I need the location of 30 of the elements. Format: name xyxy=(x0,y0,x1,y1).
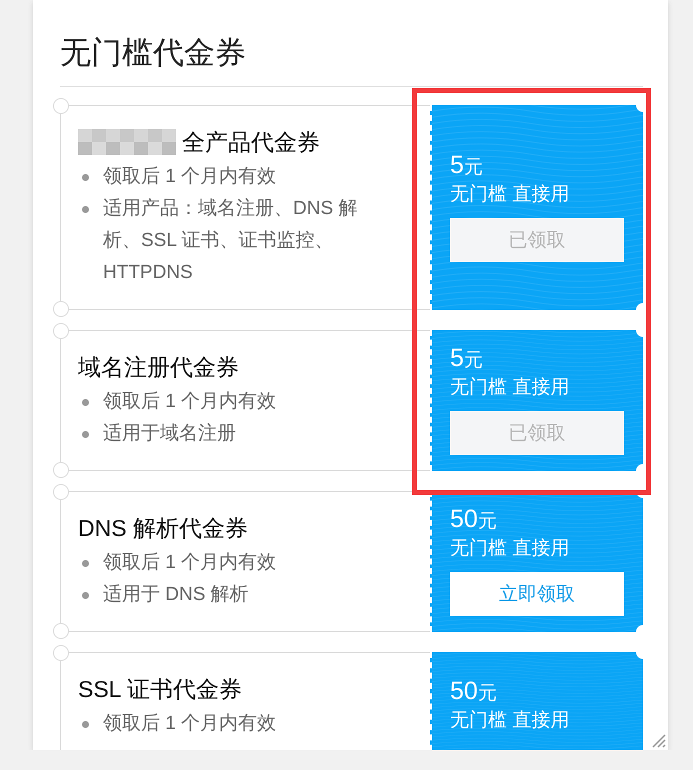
bullet-icon xyxy=(82,174,89,181)
bullet-icon xyxy=(82,592,89,599)
coupon-name: 全产品代金券 xyxy=(182,128,320,157)
bullet-icon xyxy=(82,721,89,728)
page-title: 无门槛代金券 xyxy=(60,0,643,87)
claimed-button[interactable]: 已领取 xyxy=(450,218,624,262)
bullet-icon xyxy=(82,431,89,438)
claimed-button[interactable]: 已领取 xyxy=(450,411,624,455)
coupon-condition: 无门槛 直接用 xyxy=(450,183,570,207)
coupon-name: DNS 解析代金券 xyxy=(78,514,248,543)
coupon-condition: 无门槛 直接用 xyxy=(450,537,570,561)
coupon-term: 适用产品：域名注册、DNS 解析、SSL 证书、证书监控、HTTPDNS xyxy=(103,197,358,285)
coupon-name: 域名注册代金券 xyxy=(78,353,239,382)
coupon-term: 适用于 DNS 解析 xyxy=(103,583,249,607)
bullet-icon xyxy=(82,560,89,567)
coupon-amount: 50元 xyxy=(450,677,498,707)
claim-button[interactable]: 立即领取 xyxy=(450,572,624,616)
coupon-name: SSL 证书代金券 xyxy=(78,675,242,704)
coupon-term: 领取后 1 个月内有效 xyxy=(103,165,276,189)
coupon-term: 领取后 1 个月内有效 xyxy=(103,551,276,575)
coupon-amount: 50元 xyxy=(450,505,498,535)
bullet-icon xyxy=(82,206,89,213)
coupon-condition: 无门槛 直接用 xyxy=(450,376,570,400)
coupon-amount: 5元 xyxy=(450,151,484,181)
coupon-term: 领取后 1 个月内有效 xyxy=(103,712,276,736)
coupon-term: 领取后 1 个月内有效 xyxy=(103,390,276,414)
bullet-icon xyxy=(82,399,89,406)
coupon-condition: 无门槛 直接用 xyxy=(450,709,570,733)
coupon-amount: 5元 xyxy=(450,344,484,374)
coupon-term: 适用于域名注册 xyxy=(103,422,236,446)
